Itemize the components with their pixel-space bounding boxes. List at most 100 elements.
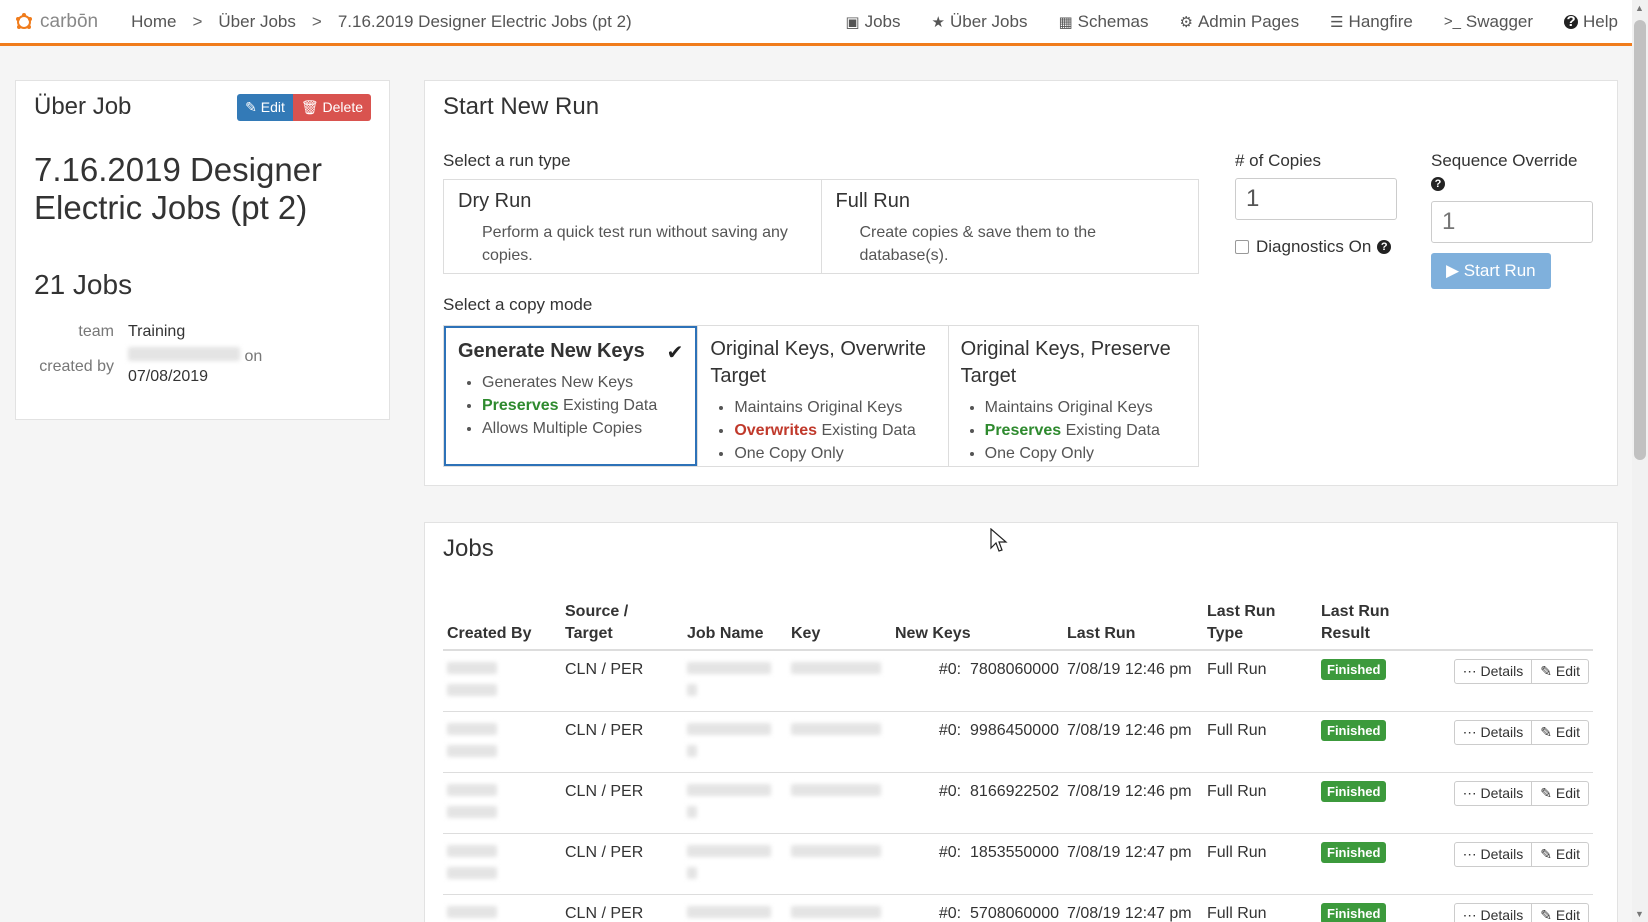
redacted-text: [791, 784, 881, 796]
copy-mode-original-overwrite[interactable]: Original Keys, Overwrite Target Maintain…: [697, 326, 947, 466]
cell-actions: ⋯ Details ✎ Edit: [1439, 833, 1593, 895]
brand[interactable]: carbōn: [14, 11, 98, 33]
creator-name-redacted: [128, 347, 240, 361]
ellipsis-icon: ⋯: [1462, 907, 1481, 922]
uber-job-meta: team Training created by on 07/08/2019: [34, 323, 371, 386]
details-button[interactable]: ⋯ Details: [1453, 842, 1533, 867]
nav-swagger[interactable]: >_ Swagger: [1444, 12, 1533, 32]
trash-icon: 🗑: [300, 98, 323, 115]
redacted-text: [791, 662, 881, 674]
nav-admin-pages[interactable]: ⚙ Admin Pages: [1180, 12, 1300, 32]
redacted-text: [687, 745, 697, 757]
delete-label: Delete: [322, 99, 363, 115]
col-last-run-type[interactable]: Last Run Type: [1203, 595, 1317, 651]
start-run-heading: Start New Run: [443, 93, 600, 120]
nav-uber-jobs-label: Über Jobs: [949, 11, 1028, 31]
details-label: Details: [1480, 785, 1524, 801]
cell-new-keys: #0: 1853550000: [891, 833, 1063, 895]
redacted-text: [447, 662, 497, 674]
details-button[interactable]: ⋯ Details: [1453, 781, 1533, 806]
page-scrollbar[interactable]: ▲ ▼: [1632, 0, 1648, 922]
nav-help[interactable]: ? Help: [1564, 12, 1618, 32]
new-keys-value: 7808060000: [970, 661, 1059, 678]
question-circle-icon[interactable]: ?: [1431, 177, 1445, 191]
pencil-icon: ✎: [1540, 846, 1556, 862]
cell-last-run-result: Finished: [1317, 650, 1439, 712]
scroll-down-arrow-icon[interactable]: ▼: [1635, 909, 1644, 919]
cell-last-run-type: Full Run: [1203, 650, 1317, 712]
copy-mode-original-preserve[interactable]: Original Keys, Preserve Target Maintains…: [947, 326, 1198, 466]
edit-uber-job-button[interactable]: ✎ Edit: [237, 93, 293, 121]
edit-job-button[interactable]: ✎ Edit: [1532, 720, 1589, 745]
cell-created-by: [443, 894, 561, 922]
edit-job-button[interactable]: ✎ Edit: [1532, 842, 1589, 867]
redacted-text: [687, 906, 771, 918]
team-value: Training: [128, 323, 186, 340]
cell-last-run: 7/08/19 12:46 pm: [1063, 711, 1203, 773]
details-button[interactable]: ⋯ Details: [1453, 903, 1533, 922]
redacted-text: [687, 867, 697, 879]
diagnostics-checkbox[interactable]: [1235, 240, 1249, 254]
feature-item: Maintains Original Keys: [985, 396, 1186, 419]
new-keys-prefix: #0:: [938, 844, 962, 861]
breadcrumb-uber-jobs[interactable]: Über Jobs: [218, 12, 295, 32]
col-new-keys[interactable]: New Keys: [891, 595, 1063, 651]
redacted-text: [447, 784, 497, 796]
question-circle-icon[interactable]: ?: [1377, 240, 1392, 254]
table-row: CLN / PER #0: 1853550000 7/08/19 12:47 p…: [443, 833, 1593, 895]
start-run-panel: Start New Run Select a run type Dry Run …: [424, 80, 1618, 486]
nav-uber-jobs[interactable]: ★ Über Jobs: [932, 12, 1028, 32]
col-created-by[interactable]: Created By: [443, 595, 561, 651]
cell-created-by: [443, 772, 561, 834]
redacted-text: [791, 845, 881, 857]
uber-job-panel: Über Job ✎ Edit 🗑 Delete 7.16.2019 Desig…: [15, 80, 390, 420]
cell-actions: ⋯ Details ✎ Edit: [1439, 772, 1593, 834]
breadcrumb-home[interactable]: Home: [131, 12, 176, 32]
nav-hangfire[interactable]: ☰ Hangfire: [1330, 12, 1413, 32]
run-type-full-run[interactable]: Full Run Create copies & save them to th…: [820, 180, 1199, 273]
checkmark-icon: ✔: [666, 342, 684, 364]
start-run-button[interactable]: ▶ Start Run: [1431, 253, 1551, 289]
pencil-icon: ✎: [1540, 907, 1556, 922]
details-button[interactable]: ⋯ Details: [1453, 720, 1533, 745]
copy-mode-selector: Generate New Keys ✔ Generates New Keys P…: [443, 325, 1199, 467]
scroll-up-arrow-icon[interactable]: ▲: [1635, 3, 1644, 13]
col-source-target[interactable]: Source / Target: [561, 595, 683, 651]
run-type-label: Select a run type: [443, 151, 571, 170]
run-type-title: Full Run: [835, 190, 910, 212]
breadcrumb-current: 7.16.2019 Designer Electric Jobs (pt 2): [337, 11, 632, 31]
copy-mode-features: Maintains Original Keys Overwrites Exist…: [710, 396, 935, 465]
col-job-name[interactable]: Job Name: [683, 595, 787, 651]
cell-key: [787, 772, 891, 834]
edit-job-button[interactable]: ✎ Edit: [1532, 659, 1589, 684]
pencil-icon: ✎: [1540, 724, 1556, 740]
scrollbar-thumb[interactable]: [1634, 20, 1646, 460]
edit-job-button[interactable]: ✎ Edit: [1532, 903, 1589, 922]
col-last-run-result[interactable]: Last Run Result: [1317, 595, 1439, 651]
sequence-override-input[interactable]: [1431, 201, 1593, 243]
delete-uber-job-button[interactable]: 🗑 Delete: [292, 93, 371, 121]
nav-jobs[interactable]: ▣ Jobs: [845, 12, 900, 32]
cell-new-keys: #0: 9986450000: [891, 711, 1063, 773]
team-label: team: [78, 323, 114, 340]
briefcase-icon: ▣: [845, 13, 860, 31]
table-row: CLN / PER #0: 5708060000 7/08/19 12:47 p…: [443, 894, 1593, 922]
nav-schemas[interactable]: ▦ Schemas: [1058, 12, 1148, 32]
copies-input[interactable]: [1235, 178, 1397, 220]
pencil-icon: ✎: [245, 98, 261, 115]
cell-key: [787, 650, 891, 712]
new-keys-prefix: #0:: [938, 905, 962, 922]
copy-mode-generate-new-keys[interactable]: Generate New Keys ✔ Generates New Keys P…: [444, 326, 698, 466]
col-last-run[interactable]: Last Run: [1063, 595, 1203, 651]
col-key[interactable]: Key: [787, 595, 891, 651]
edit-label: Edit: [1555, 907, 1580, 922]
details-button[interactable]: ⋯ Details: [1453, 659, 1533, 684]
redacted-text: [447, 867, 497, 879]
sequence-override-label: Sequence Override: [1431, 151, 1578, 170]
cell-last-run-type: Full Run: [1203, 894, 1317, 922]
nav-schemas-label: Schemas: [1077, 11, 1149, 31]
feature-item: One Copy Only: [734, 442, 935, 465]
feature-item: Preserves Existing Data: [482, 394, 683, 417]
edit-job-button[interactable]: ✎ Edit: [1532, 781, 1589, 806]
run-type-dry-run[interactable]: Dry Run Perform a quick test run without…: [444, 180, 821, 273]
